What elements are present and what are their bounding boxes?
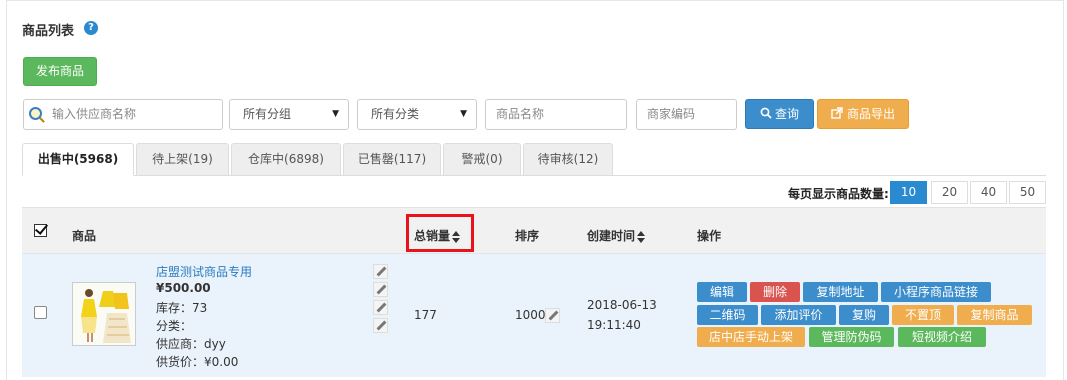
- per-page-20[interactable]: 20: [931, 181, 968, 204]
- sort-value: 10000: [515, 308, 547, 322]
- unpin-button[interactable]: 不置顶: [892, 305, 954, 325]
- group-select[interactable]: 所有分组 ▼: [229, 99, 349, 130]
- qrcode-button[interactable]: 二维码: [697, 305, 758, 325]
- per-page-40[interactable]: 40: [970, 181, 1007, 204]
- tab-pending-review[interactable]: 待审核(12): [523, 143, 613, 176]
- mini-program-link-button[interactable]: 小程序商品链接: [881, 282, 991, 302]
- merchant-code-input[interactable]: 商家编码: [636, 99, 737, 130]
- edit-category-pencil-icon[interactable]: [373, 318, 388, 333]
- tab-pending-listing[interactable]: 待上架(19): [136, 143, 229, 176]
- search-icon: [760, 107, 772, 119]
- merchant-code-placeholder: 商家编码: [647, 107, 696, 121]
- created-time: 19:11:40: [587, 318, 641, 332]
- edit-price-pencil-icon[interactable]: [373, 282, 388, 297]
- external-link-icon: [831, 107, 843, 119]
- dropdown-arrow-icon: ▼: [460, 109, 467, 119]
- short-video-button[interactable]: 短视频介绍: [898, 327, 986, 347]
- header-sort: 排序: [515, 229, 540, 243]
- delete-button[interactable]: 删除: [750, 282, 800, 302]
- product-name-link[interactable]: 店盟测试商品专用: [156, 263, 252, 280]
- header-created[interactable]: 创建时间: [587, 227, 646, 244]
- sort-icon[interactable]: [637, 230, 646, 243]
- tab-sold-out[interactable]: 已售罄(117): [343, 143, 441, 176]
- total-sales-value: 177: [414, 308, 437, 322]
- help-icon[interactable]: ?: [84, 21, 98, 35]
- tab-on-sale[interactable]: 出售中(5968): [22, 143, 134, 176]
- header-actions: 操作: [697, 229, 722, 243]
- group-select-value: 所有分组: [243, 107, 292, 121]
- manual-list-button[interactable]: 店中店手动上架: [697, 327, 805, 347]
- copy-product-button[interactable]: 复制商品: [957, 305, 1032, 325]
- export-products-button[interactable]: 商品导出: [817, 99, 909, 129]
- product-supplier: 供应商：dyy: [156, 337, 226, 351]
- product-category: 分类：: [156, 319, 193, 333]
- add-review-button[interactable]: 添加评价: [761, 305, 836, 325]
- supplier-search-input[interactable]: 输入供应商名称: [23, 99, 223, 130]
- search-icon: [29, 107, 42, 120]
- product-image: [73, 283, 135, 345]
- category-select-value: 所有分类: [371, 107, 420, 121]
- product-supply-price: 供货价：¥0.00: [156, 355, 239, 369]
- dropdown-arrow-icon: ▼: [332, 109, 339, 119]
- tab-alert[interactable]: 警戒(0): [443, 143, 521, 176]
- publish-product-button[interactable]: 发布商品: [23, 57, 97, 86]
- anti-counterfeit-button[interactable]: 管理防伪码: [809, 327, 894, 347]
- product-thumbnail[interactable]: [72, 282, 136, 346]
- header-product: 商品: [72, 229, 97, 243]
- copy-link-button[interactable]: 复制地址: [803, 282, 878, 302]
- per-page-50[interactable]: 50: [1009, 181, 1046, 204]
- edit-button[interactable]: 编辑: [697, 282, 747, 302]
- per-page-10[interactable]: 10: [890, 181, 927, 204]
- product-price: ¥500.00: [156, 281, 211, 295]
- select-all-checkbox[interactable]: [34, 224, 47, 237]
- product-stock: 库存：73: [156, 301, 208, 315]
- edit-sort-pencil-icon[interactable]: [545, 308, 560, 323]
- category-select[interactable]: 所有分类 ▼: [357, 99, 477, 130]
- created-date: 2018-06-13: [587, 298, 657, 312]
- edit-name-pencil-icon[interactable]: [373, 264, 388, 279]
- export-label: 商品导出: [846, 107, 895, 121]
- supplier-placeholder: 输入供应商名称: [52, 107, 137, 121]
- tab-warehouse[interactable]: 仓库中(6898): [231, 143, 341, 176]
- per-page-label: 每页显示商品数量:: [788, 187, 889, 201]
- row-checkbox[interactable]: [34, 306, 47, 319]
- edit-stock-pencil-icon[interactable]: [373, 300, 388, 315]
- repurchase-button[interactable]: 复购: [839, 305, 889, 325]
- query-button[interactable]: 查询: [745, 99, 814, 129]
- page-title: 商品列表: [22, 24, 75, 39]
- highlight-box: [406, 214, 474, 252]
- product-name-placeholder: 商品名称: [496, 107, 545, 121]
- product-name-input[interactable]: 商品名称: [485, 99, 627, 130]
- header-created-label: 创建时间: [587, 229, 636, 243]
- query-label: 查询: [774, 107, 799, 121]
